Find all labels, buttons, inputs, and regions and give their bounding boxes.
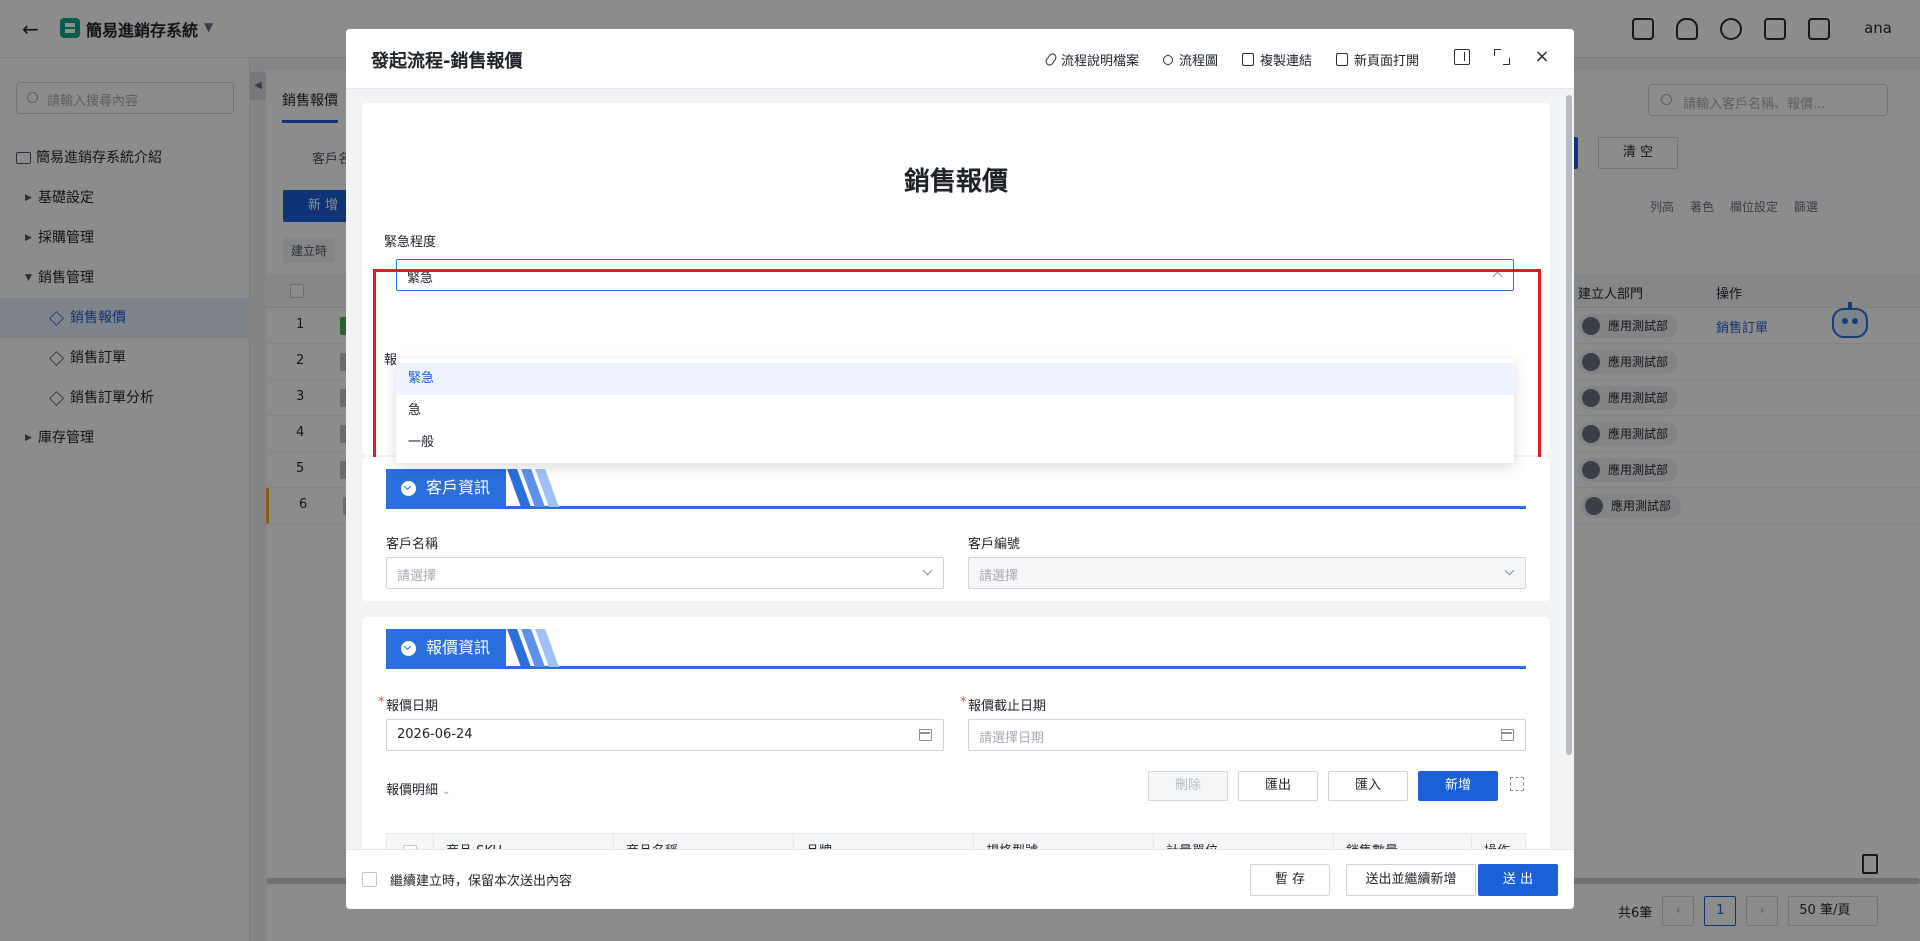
customer-section-title: 客戶資訊 [426, 478, 491, 497]
start-process-modal: 發起流程-銷售報價 流程說明檔案 流程圖 複製連結 新頁面打開 × 銷售報價 緊… [346, 29, 1574, 909]
paperclip-icon [1043, 51, 1058, 68]
flowchart-label: 流程圖 [1178, 54, 1218, 69]
process-doc-label: 流程說明檔案 [1060, 54, 1139, 69]
open-new-page-label: 新頁面打開 [1353, 54, 1419, 69]
customer-name-label: 客戶名稱 [386, 537, 439, 552]
quote-section-header: 報價資訊 [386, 629, 1526, 669]
chevron-up-icon [1492, 271, 1503, 282]
customer-section-banner[interactable]: 客戶資訊 [386, 469, 506, 507]
side-panel-icon[interactable] [1454, 49, 1470, 65]
urgency-option-rush[interactable]: 急 [396, 395, 1514, 427]
open-new-page-button[interactable]: 新頁面打開 [1335, 50, 1419, 69]
column-header-sku: 商品 SKU [433, 834, 613, 849]
urgency-select[interactable]: 緊急 [396, 259, 1514, 291]
quote-detail-label[interactable]: 報價明細 ⌄ [386, 779, 451, 798]
urgency-option-urgent[interactable]: 緊急 [396, 363, 1514, 395]
chevron-down-icon [1504, 565, 1515, 576]
submit-button[interactable]: 送 出 [1478, 864, 1558, 896]
customer-name-placeholder: 請選擇 [397, 569, 437, 584]
quote-date-label: 報價日期 [378, 695, 438, 714]
quote-detail-text: 報價明細 [386, 783, 439, 798]
modal-header: 發起流程-銷售報價 流程說明檔案 流程圖 複製連結 新頁面打開 × [346, 29, 1574, 89]
form-title: 銷售報價 [903, 167, 1008, 197]
flowchart-icon [1162, 54, 1173, 65]
detail-table-header: 商品 SKU 商品名稱 品牌 規格型號 計量單位 銷售數量 操作 [387, 834, 1525, 849]
keep-content-label: 繼續建立時，保留本次送出內容 [390, 874, 573, 889]
chevron-down-icon: ⌄ [442, 786, 451, 797]
copy-link-button[interactable]: 複製連結 [1241, 50, 1312, 69]
expand-icon[interactable] [1510, 777, 1524, 791]
window-controls: × [1454, 48, 1550, 66]
quote-section-banner[interactable]: 報價資訊 [386, 629, 506, 667]
column-header-brand: 品牌 [793, 834, 973, 849]
urgency-dropdown: 緊急 急 一般 [396, 359, 1514, 463]
column-header-actions: 操作 [1471, 834, 1525, 849]
quote-date-input[interactable]: 2026-06-24 [386, 719, 944, 751]
customer-name-select[interactable]: 請選擇 [386, 557, 944, 589]
quote-deadline-label: 報價截止日期 [960, 695, 1046, 714]
modal-footer: 繼續建立時，保留本次送出內容 暫 存 送出並繼續新增 送 出 [346, 849, 1574, 909]
column-header-product-name: 商品名稱 [613, 834, 793, 849]
chevron-down-icon [922, 565, 933, 576]
modal-title: 發起流程-銷售報價 [371, 51, 523, 72]
quote-deadline-placeholder: 請選擇日期 [979, 731, 1045, 746]
column-header-spec: 規格型號 [973, 834, 1153, 849]
customer-section-header: 客戶資訊 [386, 469, 1526, 509]
customer-code-placeholder: 請選擇 [979, 569, 1019, 584]
column-header-qty: 銷售數量 [1333, 834, 1471, 849]
quote-detail-table: 商品 SKU 商品名稱 品牌 規格型號 計量單位 銷售數量 操作 [386, 833, 1526, 849]
urgency-label: 緊急程度 [384, 235, 437, 250]
vertical-scrollbar[interactable] [1566, 95, 1572, 755]
copy-link-label: 複製連結 [1259, 54, 1312, 69]
modal-actions: 流程說明檔案 流程圖 複製連結 新頁面打開 [1043, 50, 1419, 69]
collapse-circle-icon [401, 481, 416, 496]
customer-code-select[interactable]: 請選擇 [968, 557, 1526, 589]
keep-content-checkbox[interactable] [362, 872, 377, 887]
quote-info-card: 報價資訊 報價日期 2026-06-24 報價截止日期 請選擇日期 報價明細 ⌄… [362, 617, 1550, 849]
close-icon[interactable]: × [1534, 48, 1550, 66]
process-doc-link[interactable]: 流程說明檔案 [1043, 50, 1139, 69]
external-link-icon [1335, 53, 1348, 66]
urgency-option-normal[interactable]: 一般 [396, 427, 1514, 459]
customer-info-card: 客戶資訊 客戶名稱 請選擇 客戶編號 請選擇 [362, 457, 1550, 601]
urgency-value: 緊急 [407, 271, 434, 286]
export-button[interactable]: 匯出 [1238, 771, 1318, 801]
save-draft-button[interactable]: 暫 存 [1250, 864, 1330, 896]
quote-date-value: 2026-06-24 [397, 727, 473, 742]
quote-section-title: 報價資訊 [426, 638, 491, 657]
calendar-icon [1501, 729, 1514, 741]
column-header-unit: 計量單位 [1153, 834, 1333, 849]
calendar-icon [919, 729, 932, 741]
quote-deadline-input[interactable]: 請選擇日期 [968, 719, 1526, 751]
modal-body: 銷售報價 緊急程度 緊急 報 緊急 急 一般 客戶資訊 客戶名稱 請選擇 客戶編… [346, 89, 1574, 849]
customer-code-label: 客戶編號 [968, 537, 1021, 552]
copy-icon [1241, 53, 1254, 66]
delete-button[interactable]: 刪除 [1148, 771, 1228, 801]
add-row-button[interactable]: 新增 [1418, 771, 1498, 801]
flowchart-link[interactable]: 流程圖 [1162, 50, 1218, 69]
collapse-circle-icon [401, 641, 416, 656]
fullscreen-icon[interactable] [1494, 49, 1510, 65]
import-button[interactable]: 匯入 [1328, 771, 1408, 801]
submit-and-continue-button[interactable]: 送出並繼續新增 [1346, 864, 1476, 896]
